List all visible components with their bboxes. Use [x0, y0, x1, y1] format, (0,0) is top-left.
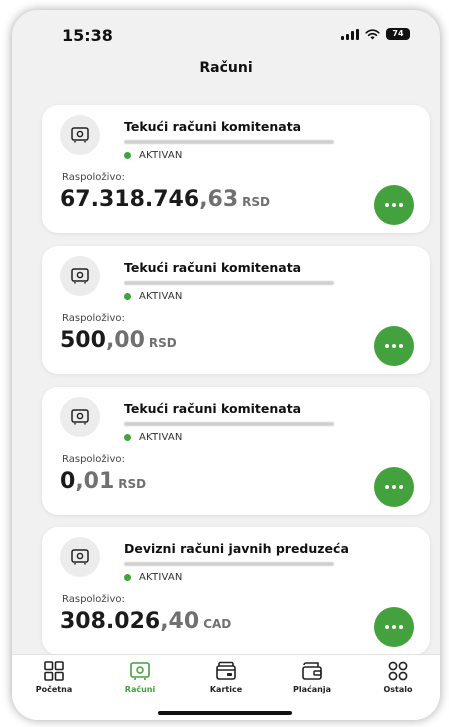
status-label: AKTIVAN	[139, 150, 183, 161]
account-card[interactable]: Tekući računi komitenata AKTIVAN Raspolo…	[42, 105, 430, 233]
safe-icon	[130, 662, 150, 680]
account-name: Tekući računi komitenata	[124, 119, 302, 134]
available-label: Raspoloživo:	[62, 594, 125, 605]
tab-label: Ostalo	[383, 685, 413, 694]
account-status: AKTIVAN	[124, 572, 183, 583]
account-number-redacted	[124, 140, 334, 144]
grid-icon	[44, 661, 64, 681]
status-bar: 15:38 74	[12, 10, 440, 50]
status-label: AKTIVAN	[139, 572, 183, 583]
balance-decimal: ,63	[199, 187, 239, 212]
available-label: Raspoloživo:	[62, 172, 125, 183]
balance-currency: RSD	[148, 336, 177, 350]
wifi-icon	[365, 28, 380, 39]
tab-accounts[interactable]: Računi	[100, 659, 180, 694]
safe-icon	[60, 115, 100, 155]
tab-payments[interactable]: Plaćanja	[272, 659, 352, 694]
status-dot	[124, 293, 131, 300]
more-options-button[interactable]	[374, 607, 414, 647]
status-icons: 74	[341, 28, 410, 40]
status-dot	[124, 574, 131, 581]
account-name: Devizni računi javnih preduzeća	[124, 541, 349, 556]
more-options-button[interactable]	[374, 326, 414, 366]
page-title: Računi	[199, 60, 253, 76]
balance-integer: 0	[60, 469, 76, 494]
phone-screen: 15:38 74 Računi Tekući računi komitenata…	[12, 10, 440, 720]
tab-more[interactable]: Ostalo	[358, 659, 438, 694]
balance-decimal: ,40	[160, 609, 200, 634]
account-balance: 500,00 RSD	[60, 328, 177, 353]
account-status: AKTIVAN	[124, 291, 183, 302]
status-dot	[124, 152, 131, 159]
safe-icon	[60, 256, 100, 296]
safe-icon	[60, 537, 100, 577]
balance-decimal: ,01	[75, 469, 115, 494]
status-label: AKTIVAN	[139, 291, 183, 302]
account-balance: 67.318.746,63 RSD	[60, 187, 270, 212]
tab-label: Računi	[124, 685, 156, 694]
more-options-button[interactable]	[374, 185, 414, 225]
status-time: 15:38	[62, 26, 113, 45]
account-name: Tekući računi komitenata	[124, 260, 302, 275]
balance-integer: 67.318.746	[60, 187, 200, 212]
account-balance: 308.026,40 CAD	[60, 609, 231, 634]
account-number-redacted	[124, 422, 334, 426]
account-number-redacted	[124, 562, 334, 566]
battery-icon: 74	[386, 28, 410, 40]
account-card[interactable]: Tekući računi komitenata AKTIVAN Raspolo…	[42, 246, 430, 374]
account-name: Tekući računi komitenata	[124, 401, 302, 416]
account-status: AKTIVAN	[124, 432, 183, 443]
tab-cards[interactable]: Kartice	[186, 659, 266, 694]
signal-icon	[341, 28, 359, 40]
more-options-button[interactable]	[374, 467, 414, 507]
tab-label: Plaćanja	[293, 685, 331, 694]
account-card[interactable]: Devizni računi javnih preduzeća AKTIVAN …	[42, 527, 430, 655]
account-number-redacted	[124, 281, 334, 285]
available-label: Raspoloživo:	[62, 313, 125, 324]
balance-decimal: ,00	[105, 328, 145, 353]
cards-icon	[216, 661, 236, 680]
account-card[interactable]: Tekući računi komitenata AKTIVAN Raspolo…	[42, 387, 430, 515]
account-balance: 0,01 RSD	[60, 469, 146, 494]
account-status: AKTIVAN	[124, 150, 183, 161]
balance-currency: RSD	[242, 195, 271, 209]
available-label: Raspoloživo:	[62, 454, 125, 465]
balance-currency: CAD	[203, 617, 232, 631]
bottom-tab-bar: Početna Računi Kartice Plaćanja Ostalo	[12, 654, 440, 720]
home-indicator	[158, 711, 292, 715]
balance-integer: 500	[60, 328, 106, 353]
balance-integer: 308.026	[60, 609, 161, 634]
tab-home[interactable]: Početna	[14, 659, 94, 694]
more-circles-icon	[388, 661, 408, 681]
wallet-icon	[302, 662, 322, 680]
tab-label: Kartice	[209, 685, 243, 694]
status-dot	[124, 434, 131, 441]
safe-icon	[60, 397, 100, 437]
balance-currency: RSD	[118, 477, 147, 491]
tab-label: Početna	[35, 685, 73, 694]
status-label: AKTIVAN	[139, 432, 183, 443]
